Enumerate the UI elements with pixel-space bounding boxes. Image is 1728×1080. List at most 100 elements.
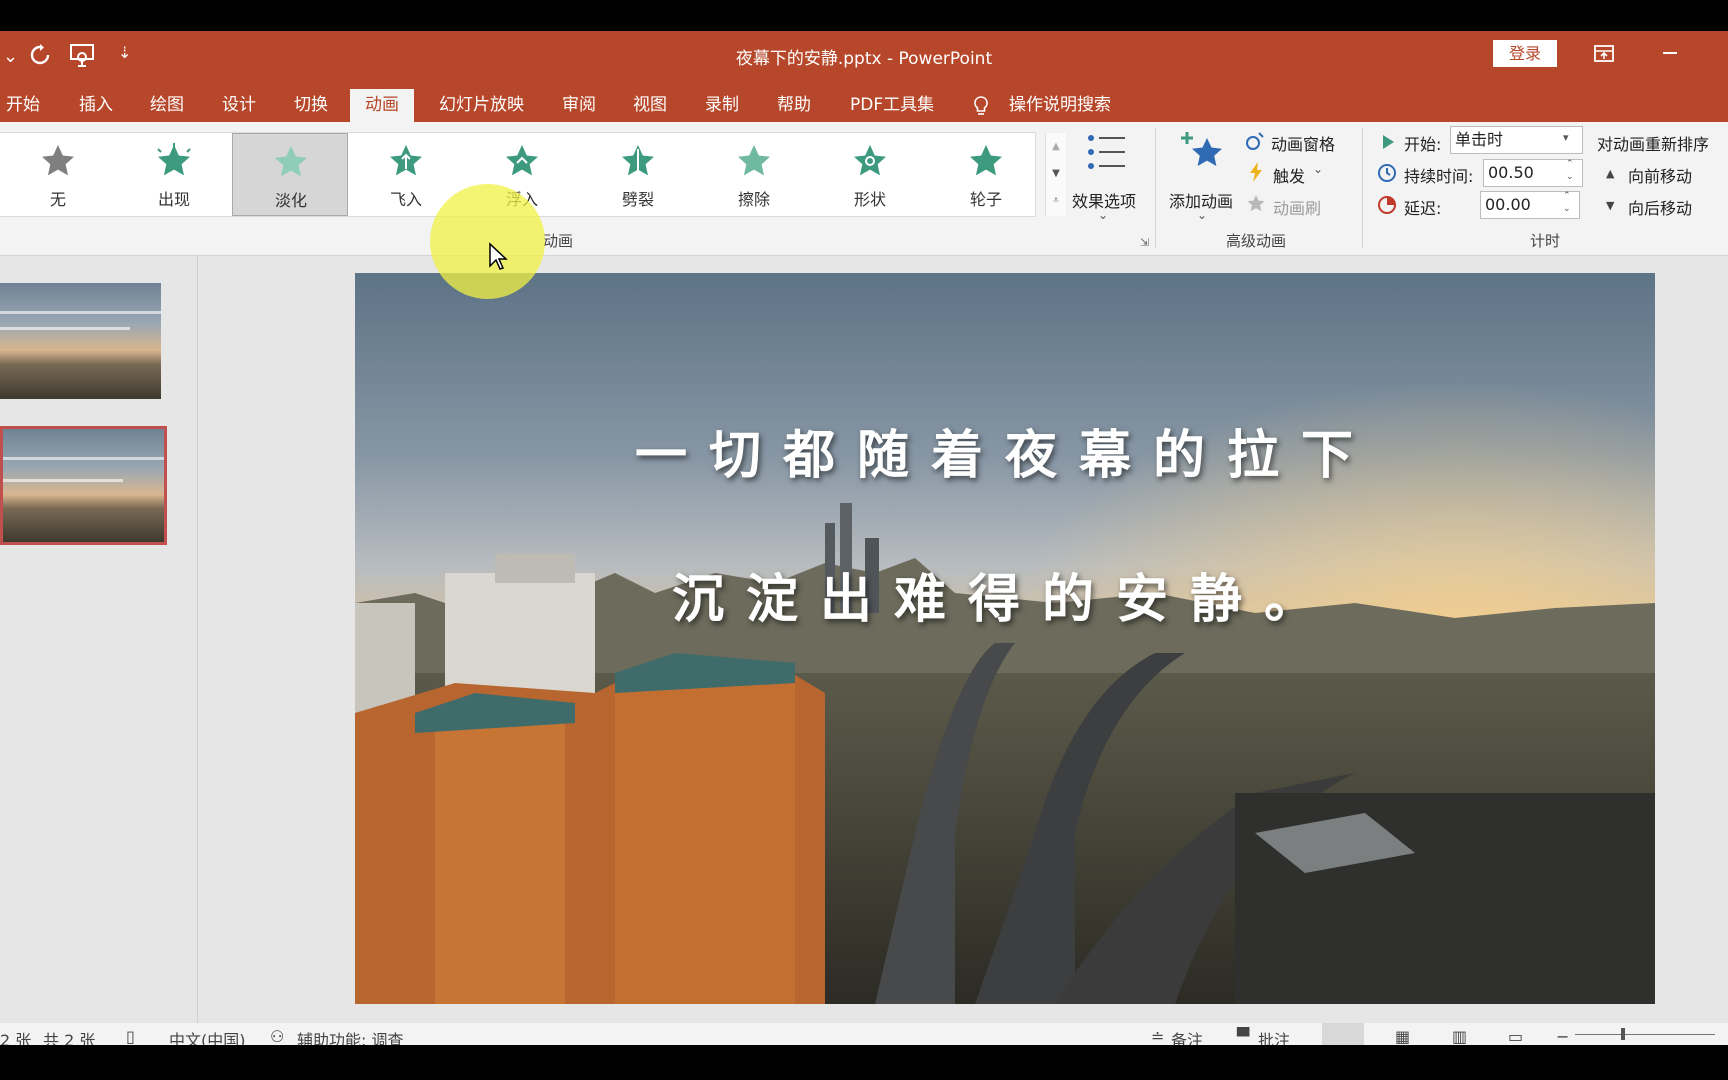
animation-label: 无 <box>49 190 66 209</box>
animation-none[interactable]: 无 <box>0 133 116 216</box>
animation-pane-button[interactable]: 动画窗格 <box>1271 131 1335 155</box>
thumbnail-image <box>0 283 161 399</box>
animation-label: 擦除 <box>737 190 770 209</box>
city-sunset-photo <box>355 273 1655 1004</box>
quick-access-menu-icon[interactable]: ⌄ <box>3 46 18 67</box>
delay-label: 延迟: <box>1404 199 1442 218</box>
star-shape-icon <box>854 145 886 176</box>
animation-label: 劈裂 <box>621 190 654 209</box>
tab-slideshow[interactable]: 幻灯片放映 <box>439 89 524 122</box>
mouse-pointer-icon <box>489 242 508 270</box>
duration-label: 持续时间: <box>1404 167 1474 186</box>
chevron-down-icon: ⌄ <box>1098 208 1109 222</box>
gallery-scroll-down-icon[interactable]: ▼ <box>1046 160 1066 187</box>
animation-label: 淡化 <box>274 191 307 210</box>
add-animation-button[interactable]: 添加动画 ⌄ <box>1165 130 1241 240</box>
tab-view[interactable]: 视图 <box>633 89 667 122</box>
slide-canvas[interactable]: 一切都随着夜幕的拉下 沉淀出难得的安静。 <box>355 273 1655 1004</box>
tab-record[interactable]: 录制 <box>705 89 739 122</box>
star-fade-icon <box>275 146 307 177</box>
ribbon-animations: 无 出现 淡化 飞入 浮入 劈裂 擦除 形状 <box>0 122 1728 256</box>
animation-label: 轮子 <box>969 190 1002 209</box>
animation-wheel[interactable]: 轮子 <box>928 133 1044 216</box>
reading-view-icon[interactable]: ▥ <box>1452 1027 1467 1046</box>
gallery-scroll-up-icon[interactable]: ▲ <box>1046 133 1066 160</box>
reorder-animation-label: 对动画重新排序 <box>1597 135 1710 154</box>
move-later-button[interactable]: 向后移动 <box>1628 195 1692 219</box>
slideshow-view-icon[interactable]: ▭ <box>1508 1027 1523 1046</box>
star-gray-icon <box>42 145 74 176</box>
zoom-slider[interactable] <box>1575 1034 1715 1035</box>
dialog-launcher-icon[interactable]: ⇲ <box>1140 236 1149 249</box>
effect-options-button[interactable]: 效果选项 ⌄ <box>1070 130 1142 240</box>
thumbnail-text-line <box>0 311 161 314</box>
normal-view-icon[interactable] <box>1322 1023 1364 1045</box>
slide-title-line2[interactable]: 沉淀出难得的安静。 <box>355 557 1655 632</box>
clock-duration-icon <box>1378 164 1396 182</box>
slide-thumbnail-1[interactable] <box>0 283 161 399</box>
redo-icon[interactable] <box>28 43 52 67</box>
animation-wipe[interactable]: 擦除 <box>696 133 812 216</box>
window-title: 夜幕下的安静.pptx - PowerPoint <box>735 49 993 69</box>
comments-icon: ▀ <box>1237 1027 1250 1046</box>
thumbnail-image <box>3 429 164 542</box>
add-animation-star-icon <box>1181 132 1222 166</box>
notes-icon: ≐ <box>1151 1027 1165 1046</box>
tab-help[interactable]: 帮助 <box>777 89 811 122</box>
animation-fade[interactable]: 淡化 <box>232 133 348 216</box>
present-from-beginning-icon[interactable] <box>69 42 95 68</box>
star-fly-in-icon <box>390 145 422 176</box>
move-down-icon: ▼ <box>1606 199 1615 212</box>
spelling-check-icon[interactable]: ▯ <box>126 1027 135 1046</box>
star-wipe-icon <box>738 145 770 176</box>
group-label-advanced-animation: 高级动画 <box>1226 232 1287 250</box>
delay-spinner[interactable]: ⌃ ⌄ <box>1563 190 1571 216</box>
lightbulb-icon <box>974 96 988 115</box>
animation-split[interactable]: 劈裂 <box>580 133 696 216</box>
ribbon-tabs: 开始 插入 绘图 设计 切换 动画 幻灯片放映 审阅 视图 录制 帮助 PDF工… <box>0 89 1728 122</box>
star-float-in-icon <box>506 145 538 176</box>
login-button[interactable]: 登录 <box>1493 40 1557 67</box>
star-wheel-icon <box>970 145 1002 176</box>
zoom-slider-thumb[interactable] <box>1621 1028 1625 1040</box>
animation-label: 出现 <box>157 190 190 209</box>
animation-label: 形状 <box>853 190 886 209</box>
ribbon-display-options-icon[interactable] <box>1593 44 1615 64</box>
tab-home[interactable]: 开始 <box>6 89 40 122</box>
tab-pdf-tools[interactable]: PDF工具集 <box>850 89 934 122</box>
group-label-timing: 计时 <box>1530 232 1561 250</box>
animation-shape[interactable]: 形状 <box>812 133 928 216</box>
lightning-trigger-icon <box>1250 162 1262 182</box>
tell-me-search[interactable]: 操作说明搜索 <box>1009 89 1111 122</box>
zoom-out-icon[interactable]: − <box>1556 1027 1569 1046</box>
chevron-down-icon: ⌄ <box>1197 208 1208 222</box>
tab-transitions[interactable]: 切换 <box>294 89 328 122</box>
play-start-icon <box>1383 135 1394 149</box>
tab-animations[interactable]: 动画 <box>350 89 414 122</box>
slide-thumbnail-2[interactable] <box>0 426 167 545</box>
gallery-more-icon[interactable]: ⩡ <box>1046 187 1066 214</box>
group-label-animation: 动画 <box>543 232 574 250</box>
animation-appear[interactable]: 出现 <box>116 133 232 216</box>
animation-pane-icon <box>1246 132 1264 150</box>
animation-painter-icon <box>1247 195 1265 212</box>
start-label: 开始: <box>1404 135 1442 154</box>
star-split-icon <box>622 145 654 176</box>
accessibility-icon: ⚇ <box>270 1027 285 1046</box>
minimize-icon[interactable] <box>1663 52 1677 54</box>
effect-options-icon <box>1088 135 1125 169</box>
trigger-button[interactable]: 触发 <box>1273 163 1305 187</box>
tab-insert[interactable]: 插入 <box>79 89 113 122</box>
chevron-down-icon[interactable]: ▾ <box>1563 131 1569 144</box>
tab-review[interactable]: 审阅 <box>562 89 596 122</box>
slide-sorter-view-icon[interactable]: ▦ <box>1395 1027 1410 1046</box>
chevron-down-icon: ⌄ <box>1313 162 1324 176</box>
animation-painter-button[interactable]: 动画刷 <box>1273 195 1321 219</box>
tab-draw[interactable]: 绘图 <box>150 89 184 122</box>
slide-thumbnail-pane <box>0 256 198 1023</box>
move-earlier-button[interactable]: 向前移动 <box>1628 163 1692 187</box>
customize-quick-access-icon[interactable]: ⇣ <box>118 43 131 62</box>
duration-spinner[interactable]: ⌃ ⌄ <box>1566 158 1574 184</box>
tab-design[interactable]: 设计 <box>222 89 256 122</box>
slide-title-line1[interactable]: 一切都随着夜幕的拉下 <box>355 413 1655 488</box>
